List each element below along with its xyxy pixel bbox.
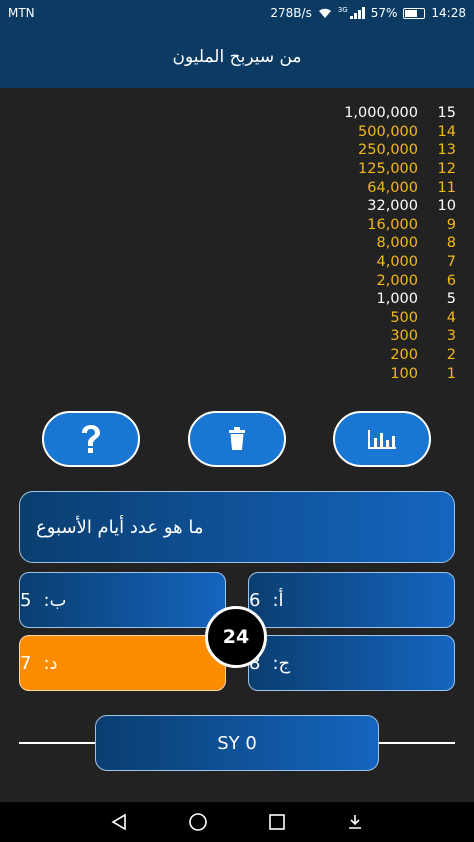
battery-percent: 57% <box>370 6 398 20</box>
ladder-level: 9 <box>446 216 456 233</box>
ladder-row: 4,000 7 <box>236 253 456 272</box>
ladder-level: 8 <box>446 235 456 252</box>
answer-c-letter: ج: <box>272 652 291 674</box>
ladder-amount: 64,000 <box>367 179 418 196</box>
ladder-row: 500 4 <box>236 309 456 328</box>
ladder-level: 12 <box>437 161 456 178</box>
ladder-row: 300 3 <box>236 327 456 346</box>
status-bar: MTN 278B/s 3G 57% 14:28 <box>0 0 474 26</box>
answer-c-button[interactable]: ج: 8 <box>248 635 455 691</box>
ladder-amount: 32,000 <box>367 198 418 215</box>
ladder-amount: 500 <box>390 309 418 326</box>
home-icon[interactable] <box>188 812 208 832</box>
clock: 14:28 <box>431 6 466 20</box>
notification-pull-icon[interactable] <box>346 813 364 831</box>
recents-icon[interactable] <box>268 813 286 831</box>
lifelines <box>0 411 474 467</box>
ladder-level: 15 <box>437 105 456 122</box>
ladder-amount: 500,000 <box>358 123 418 140</box>
answer-a-letter: أ: <box>272 589 284 611</box>
ladder-row: 8,000 8 <box>236 234 456 253</box>
ladder-level: 10 <box>437 198 456 215</box>
ladder-row: 2,000 6 <box>236 271 456 290</box>
question-box: ما هو عدد أيام الأسبوع <box>19 491 455 563</box>
ladder-level: 11 <box>437 179 456 196</box>
ladder-amount: 1,000,000 <box>344 105 418 122</box>
answer-b-button[interactable]: ب: 5 <box>19 572 226 628</box>
score-divider-left <box>19 742 97 744</box>
question-mark-icon <box>82 425 100 453</box>
timer-value: 24 <box>222 626 250 648</box>
countdown-timer: 24 <box>205 606 267 668</box>
ladder-amount: 300 <box>390 328 418 345</box>
navigation-bar <box>0 802 474 842</box>
ladder-level: 2 <box>446 347 456 364</box>
answer-b-value: 5 <box>20 589 32 611</box>
money-ladder: 1,000,000 15 500,000 14 250,000 13 125,000 12 64… <box>236 104 456 383</box>
answer-a-value: 6 <box>249 589 261 611</box>
ask-friend-button[interactable] <box>42 411 140 467</box>
ladder-row: 1,000,000 15 <box>236 104 456 123</box>
ladder-amount: 100 <box>390 365 418 382</box>
wifi-icon <box>318 8 331 18</box>
ladder-row: 100 1 <box>236 364 456 383</box>
ladder-amount: 16,000 <box>367 216 418 233</box>
answer-d-letter: د: <box>43 652 58 674</box>
score-text: SY 0 <box>217 732 257 754</box>
answer-a-button[interactable]: أ: 6 <box>248 572 455 628</box>
ladder-amount: 200 <box>390 347 418 364</box>
ladder-level: 4 <box>446 309 456 326</box>
bar-chart-icon <box>368 430 396 449</box>
app-bar: من سيربح المليون <box>0 26 474 88</box>
trash-icon <box>229 427 245 450</box>
ladder-level: 13 <box>437 142 456 159</box>
ladder-level: 6 <box>446 272 456 289</box>
ladder-row: 200 2 <box>236 346 456 365</box>
fifty-fifty-button[interactable] <box>188 411 286 467</box>
ladder-amount: 2,000 <box>376 272 418 289</box>
network-speed: 278B/s <box>270 6 312 20</box>
ladder-amount: 125,000 <box>358 161 418 178</box>
ladder-row: 64,000 11 <box>236 178 456 197</box>
ladder-amount: 1,000 <box>376 291 418 308</box>
ladder-row: 32,000 10 <box>236 197 456 216</box>
ladder-level: 1 <box>446 365 456 382</box>
status-right: 278B/s 3G 57% 14:28 <box>270 6 466 20</box>
ladder-level: 7 <box>446 254 456 271</box>
question-text: ما هو عدد أيام الأسبوع <box>36 516 204 538</box>
score-box: SY 0 <box>95 715 379 771</box>
battery-icon <box>403 7 426 19</box>
signal-icon <box>349 7 365 19</box>
back-icon[interactable] <box>110 813 128 831</box>
ladder-amount: 8,000 <box>376 235 418 252</box>
ladder-row: 500,000 14 <box>236 123 456 142</box>
ladder-row: 1,000 5 <box>236 290 456 309</box>
ladder-row: 250,000 13 <box>236 141 456 160</box>
ladder-row: 125,000 12 <box>236 160 456 179</box>
answer-d-button[interactable]: د: 7 <box>19 635 226 691</box>
app-title: من سيربح المليون <box>172 47 302 67</box>
ask-audience-button[interactable] <box>333 411 431 467</box>
ladder-level: 3 <box>446 328 456 345</box>
ladder-amount: 4,000 <box>376 254 418 271</box>
answer-d-value: 7 <box>20 652 32 674</box>
ladder-level: 5 <box>446 291 456 308</box>
ladder-row: 16,000 9 <box>236 216 456 235</box>
carrier-label: MTN <box>8 6 35 20</box>
network-type: 3G <box>337 6 348 14</box>
score-divider-right <box>378 742 455 744</box>
ladder-amount: 250,000 <box>358 142 418 159</box>
ladder-level: 14 <box>437 123 456 140</box>
answer-b-letter: ب: <box>43 589 67 611</box>
